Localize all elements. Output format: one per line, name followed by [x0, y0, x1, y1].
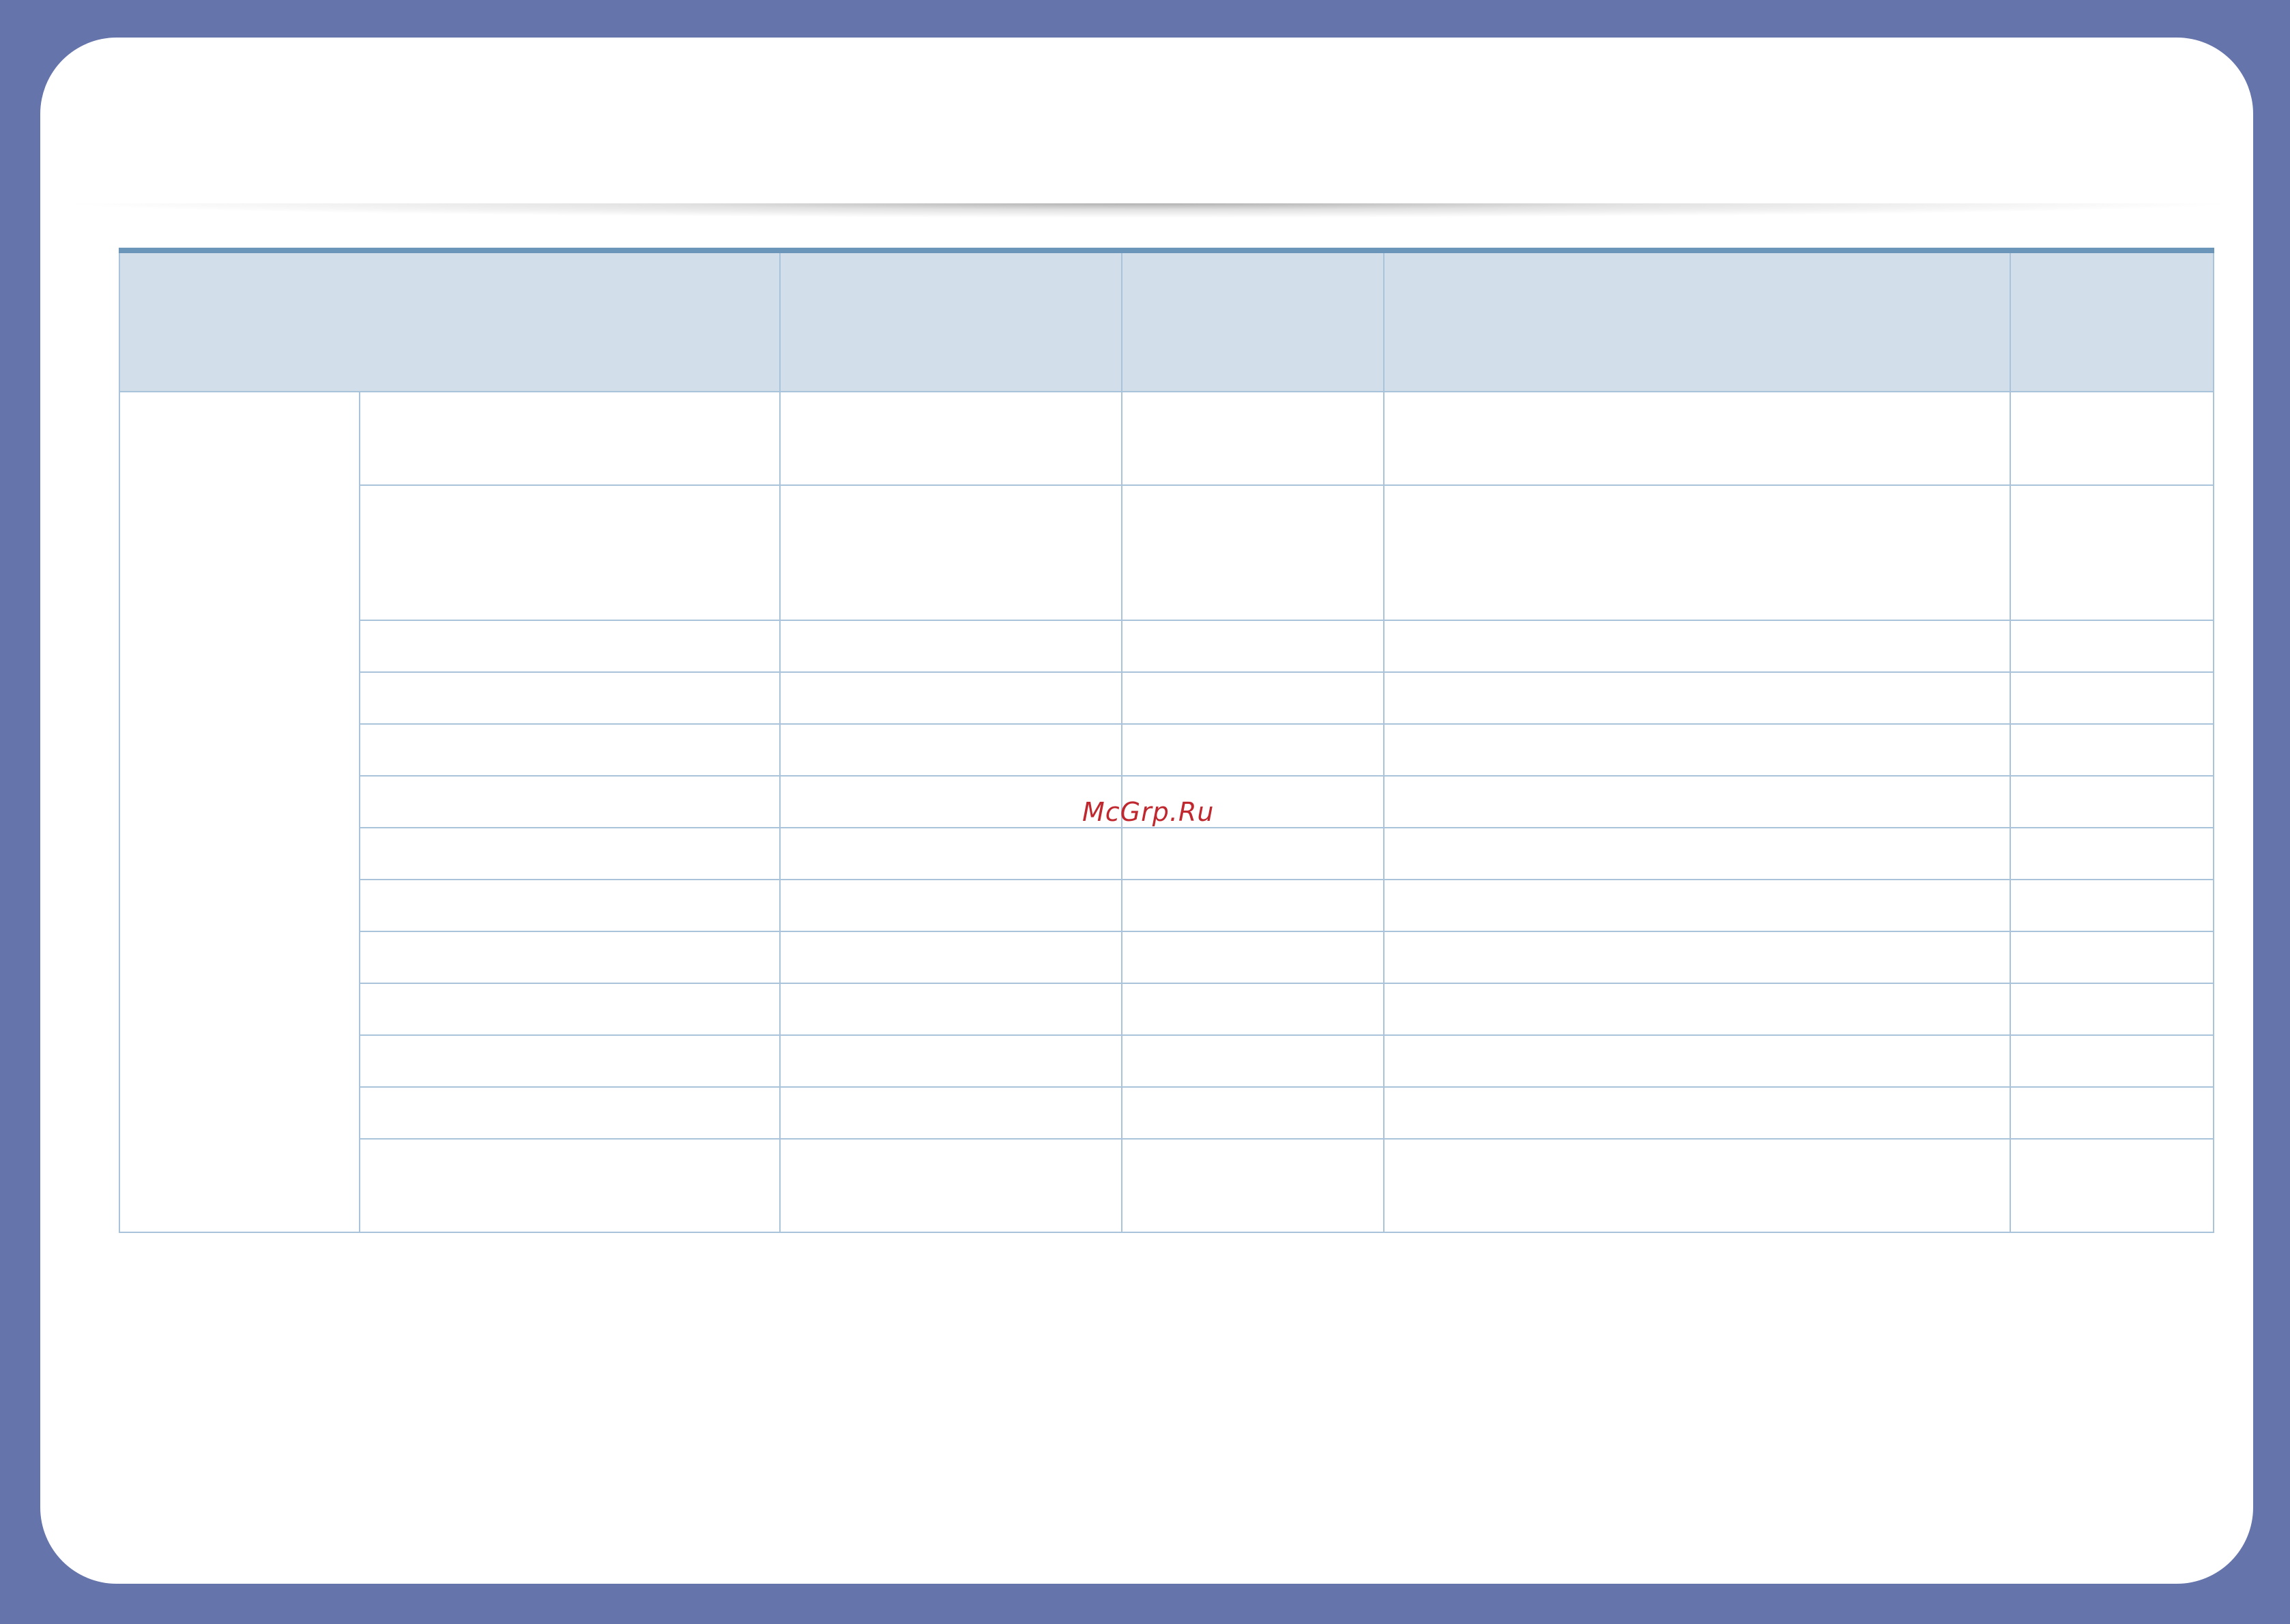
table-cell: [1121, 1034, 1385, 1088]
table-cell: [779, 1138, 1122, 1233]
table-cell: [359, 391, 781, 486]
table-row: [119, 1138, 2214, 1233]
header-cell-col-5: [2010, 250, 2214, 392]
header-cell-col-4: [1383, 250, 2011, 392]
table-cell: [779, 983, 1122, 1036]
table-cell: [779, 484, 1122, 621]
table-cell: [2010, 983, 2214, 1036]
table-cell: [779, 671, 1122, 725]
table-row: [119, 391, 2214, 1233]
table-cell: [779, 1034, 1122, 1088]
table-cell: [1383, 775, 2011, 828]
table-row: [119, 1034, 2214, 1088]
table-cell: [2010, 484, 2214, 621]
table-cell: [359, 879, 781, 932]
table-cell: [2010, 775, 2214, 828]
table-cell: [359, 484, 781, 621]
table-row: [119, 1086, 2214, 1140]
table-cell: [779, 1086, 1122, 1140]
specifications-table: [119, 248, 2214, 1233]
table-cell: [1383, 879, 2011, 932]
table-cell: [359, 723, 781, 777]
table-cell: [779, 723, 1122, 777]
table-cell: [1121, 931, 1385, 984]
table-cell: [1121, 723, 1385, 777]
table-cell: [779, 391, 1122, 486]
table-cell: [1383, 1086, 2011, 1140]
table-cell: [1121, 1138, 1385, 1233]
header-cell-col-3: [1121, 250, 1385, 392]
table-row: [119, 931, 2214, 984]
table-cell: [2010, 931, 2214, 984]
table-cell: [1121, 484, 1385, 621]
table-cell: [1121, 671, 1385, 725]
table-cell: [1121, 391, 1385, 486]
table-cell: [2010, 1034, 2214, 1088]
table-cell: [359, 983, 781, 1036]
table-header-row: [119, 250, 2214, 392]
table-cell: [779, 775, 1122, 828]
table-cell: [1383, 671, 2011, 725]
table-cell: [359, 1138, 781, 1233]
header-cell-col-2: [779, 250, 1122, 392]
table-cell: [2010, 827, 2214, 880]
table-cell: [779, 879, 1122, 932]
table-cell: [779, 931, 1122, 984]
table-cell: [2010, 671, 2214, 725]
table-cell: [1383, 484, 2011, 621]
table-cell: [359, 671, 781, 725]
table-row: [119, 879, 2214, 932]
header-cell-item: [119, 250, 781, 392]
table-cell: [779, 620, 1122, 673]
table-cell: [1383, 983, 2011, 1036]
table-cell: [2010, 879, 2214, 932]
table-cell: [2010, 723, 2214, 777]
table-cell: [1121, 827, 1385, 880]
table-row: [119, 827, 2214, 880]
watermark-text: McGrp.Ru: [1082, 797, 1215, 827]
table-row: [119, 620, 2214, 673]
table-cell: [2010, 1138, 2214, 1233]
table-cell: [1383, 1138, 2011, 1233]
table-cell: [359, 931, 781, 984]
table-row: [119, 671, 2214, 725]
table-cell: [779, 827, 1122, 880]
table-cell: [1121, 620, 1385, 673]
table-cell: [1383, 827, 2011, 880]
table-cell: [2010, 620, 2214, 673]
table-cell: [1121, 879, 1385, 932]
table-cell: [359, 1086, 781, 1140]
table-cell: [2010, 1086, 2214, 1140]
table-cell: [1383, 620, 2011, 673]
table-cell: [2010, 391, 2214, 486]
table-cell: [1383, 723, 2011, 777]
header-divider: [68, 189, 2231, 218]
table-cell: [1383, 1034, 2011, 1088]
table-cell: [1383, 391, 2011, 486]
table-cell: [359, 1034, 781, 1088]
table-cell: [359, 620, 781, 673]
table-row: [119, 484, 2214, 621]
table-cell: [359, 827, 781, 880]
table-row: [119, 723, 2214, 777]
table-cell: [1121, 983, 1385, 1036]
table-cell: [1121, 1086, 1385, 1140]
table-row: [119, 983, 2214, 1036]
table-cell: [359, 775, 781, 828]
group-label-cell: [119, 391, 360, 1233]
table-cell: [1383, 931, 2011, 984]
